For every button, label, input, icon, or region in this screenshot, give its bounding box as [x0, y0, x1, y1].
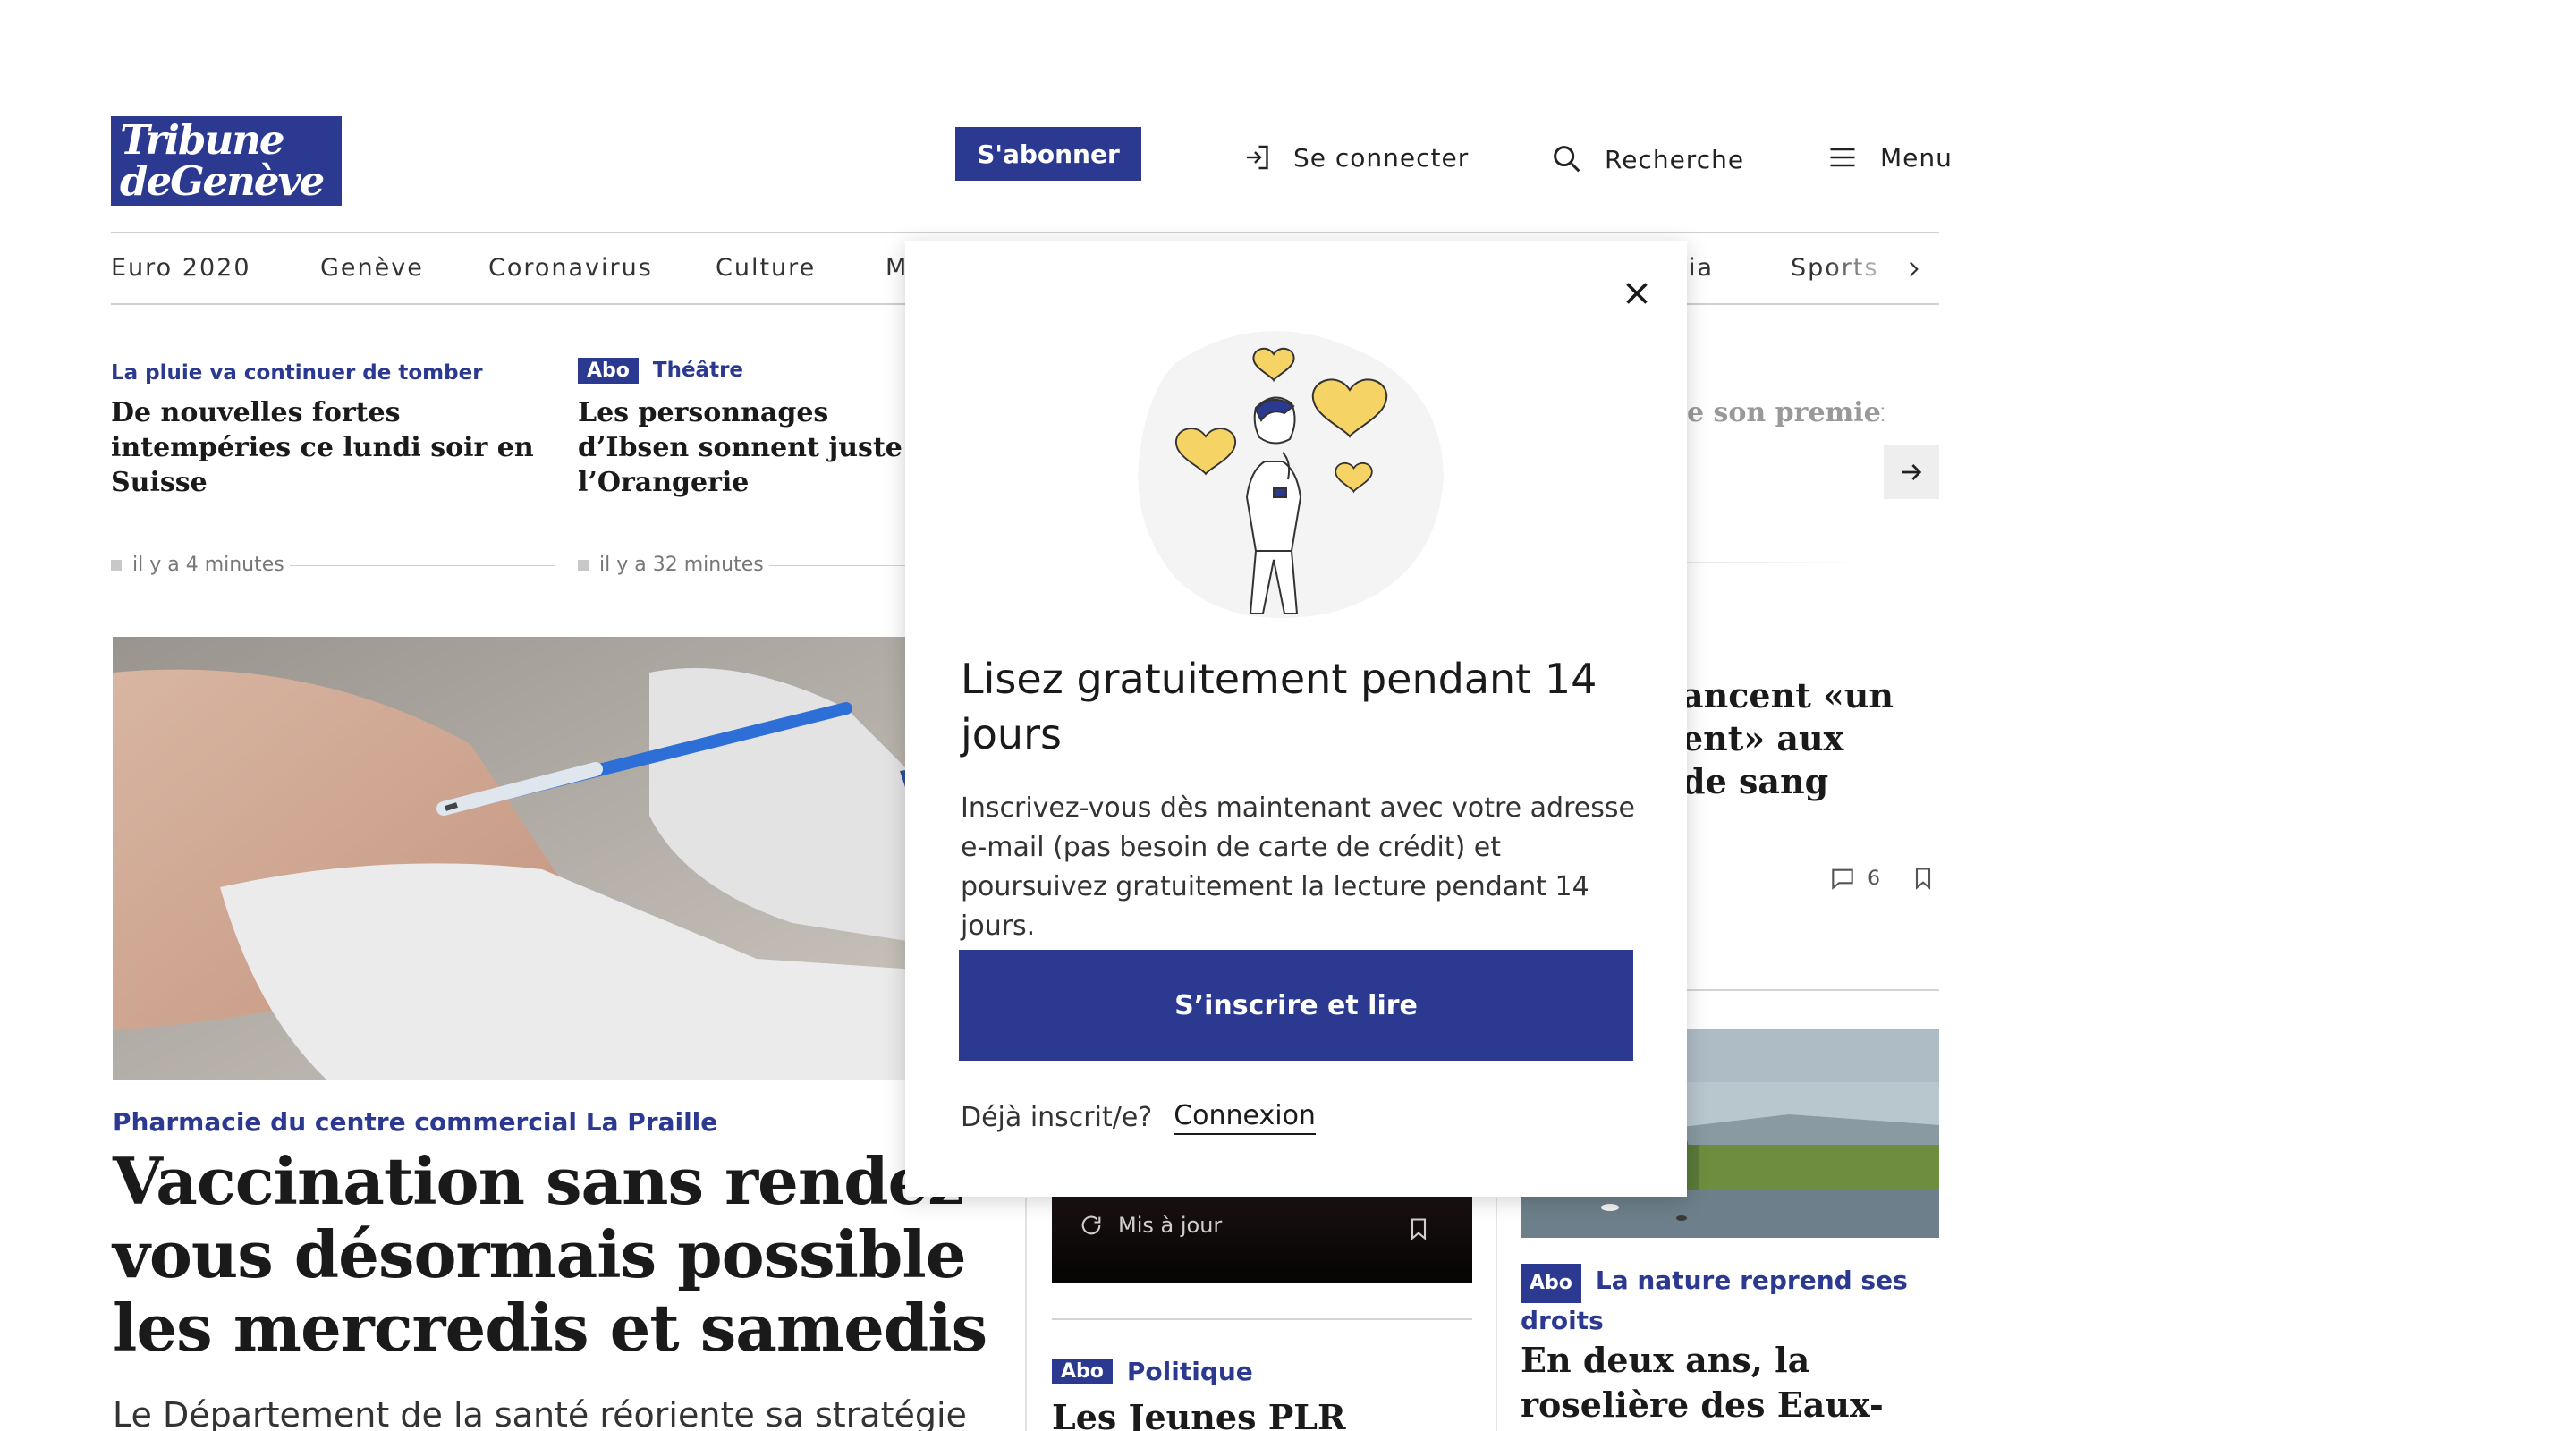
lead-kicker: Pharmacie du centre commercial La Praill…	[113, 1107, 718, 1137]
right-headline-partial[interactable]: ancent «un ent» aux de sang	[1682, 674, 1950, 803]
hearts-illustration	[1122, 309, 1470, 628]
menu-label: Menu	[1880, 142, 1953, 173]
ticker-headline-text: Les personnages d’Ibsen sonnent juste à …	[578, 397, 918, 498]
ticker-headline[interactable]: Les personnages d’Ibsen sonnent juste à …	[578, 395, 918, 500]
already-registered-text: Déjà inscrit/e?	[961, 1102, 1153, 1133]
login-icon	[1247, 145, 1268, 170]
ticker-time-label: il y a 4 minutes	[132, 554, 284, 576]
middle-kicker: Abo Politique	[1052, 1357, 1253, 1386]
header-divider	[111, 232, 1939, 233]
middle-kicker-label: Politique	[1126, 1357, 1253, 1386]
site-logo[interactable]: Tribune deGenève	[111, 116, 342, 206]
nav-fade	[1825, 250, 1905, 290]
bookmark-icon[interactable]	[1406, 1215, 1431, 1243]
column-divider	[1496, 1198, 1497, 1431]
right-divider	[1682, 989, 1939, 991]
ticker-line	[769, 565, 912, 566]
logo-line-2: deGenève	[120, 157, 325, 205]
abo-badge: Abo	[1521, 1264, 1581, 1303]
nav-item-geneve[interactable]: Genève	[320, 254, 424, 282]
column-divider	[1025, 1198, 1027, 1431]
search-link[interactable]: Recherche	[1549, 141, 1744, 177]
nav-item-euro-2020[interactable]: Euro 2020	[111, 254, 251, 282]
modal-footer: Déjà inscrit/e? Connexion	[961, 1100, 1316, 1135]
ticker-headline[interactable]: De nouvelles fortes intempéries ce lundi…	[111, 395, 576, 500]
ticker-kicker: Abo Théâtre	[578, 358, 743, 384]
modal-body: Inscrivez-vous dès maintenant avec votre…	[961, 792, 1635, 942]
refresh-icon	[1081, 1215, 1101, 1235]
ticker-time-label: il y a 32 minutes	[599, 554, 764, 576]
signup-button[interactable]: S’inscrire et lire	[959, 950, 1633, 1061]
modal-title: Lisez gratuitement pendant 14 jours	[961, 655, 1597, 758]
video-status: Mis à jour	[1079, 1213, 1222, 1238]
ticker-line	[290, 565, 555, 566]
lead-teaser: Le Département de la santé réoriente sa …	[113, 1395, 967, 1431]
nav-next-icon[interactable]	[1902, 258, 1925, 281]
right-headline[interactable]: En deux ans, la roselière des Eaux-Vives…	[1521, 1338, 1939, 1431]
ticker-headline-partial[interactable]: e son premier	[1687, 395, 1884, 430]
right-kicker: Abo La nature reprend ses droits	[1521, 1263, 1939, 1339]
lead-headline[interactable]: Vaccination sans rendez-vous désormais p…	[113, 1145, 1007, 1365]
middle-divider	[1052, 1318, 1472, 1320]
lead-image[interactable]	[113, 637, 1021, 1080]
vaccination-photo	[113, 637, 1021, 1080]
comment-count: 6	[1868, 867, 1880, 890]
close-icon	[1626, 283, 1648, 304]
nav-item-culture[interactable]: Culture	[716, 254, 816, 282]
video-status-label: Mis à jour	[1118, 1213, 1223, 1238]
abo-badge: Abo	[578, 358, 639, 384]
bookmark-icon[interactable]	[1911, 864, 1936, 893]
middle-headline[interactable]: Les Jeunes PLR	[1052, 1397, 1346, 1431]
nav-item-coronavirus[interactable]: Coronavirus	[488, 254, 653, 282]
ticker-time: il y a 4 minutes	[111, 554, 284, 576]
login-link[interactable]: Se connecter	[1241, 141, 1469, 174]
menu-icon	[1830, 148, 1855, 167]
ticker-time: il y a 32 minutes	[578, 554, 764, 576]
ticker-next-button[interactable]	[1884, 445, 1939, 499]
nav-item-partial-right[interactable]: ia	[1689, 254, 1714, 282]
arrow-right-icon	[1902, 464, 1922, 480]
page: Tribune deGenève S'abonner Se connecter …	[0, 0, 2576, 1431]
right-divider-top	[1682, 562, 1869, 563]
search-icon	[1554, 146, 1580, 173]
login-label: Se connecter	[1293, 142, 1470, 173]
close-button[interactable]	[1614, 270, 1660, 317]
subscribe-button[interactable]: S'abonner	[955, 127, 1141, 181]
ticker-kicker-label: Théâtre	[652, 359, 744, 382]
menu-link[interactable]: Menu	[1825, 141, 1953, 174]
logo-line-1: Tribune	[120, 116, 285, 164]
abo-badge: Abo	[1052, 1359, 1113, 1384]
login-link[interactable]: Connexion	[1174, 1100, 1316, 1135]
article-meta: 6	[1828, 864, 1936, 893]
ticker-kicker: La pluie va continuer de tomber	[111, 361, 483, 385]
comment-icon[interactable]	[1828, 864, 1857, 893]
search-label: Recherche	[1605, 144, 1745, 174]
